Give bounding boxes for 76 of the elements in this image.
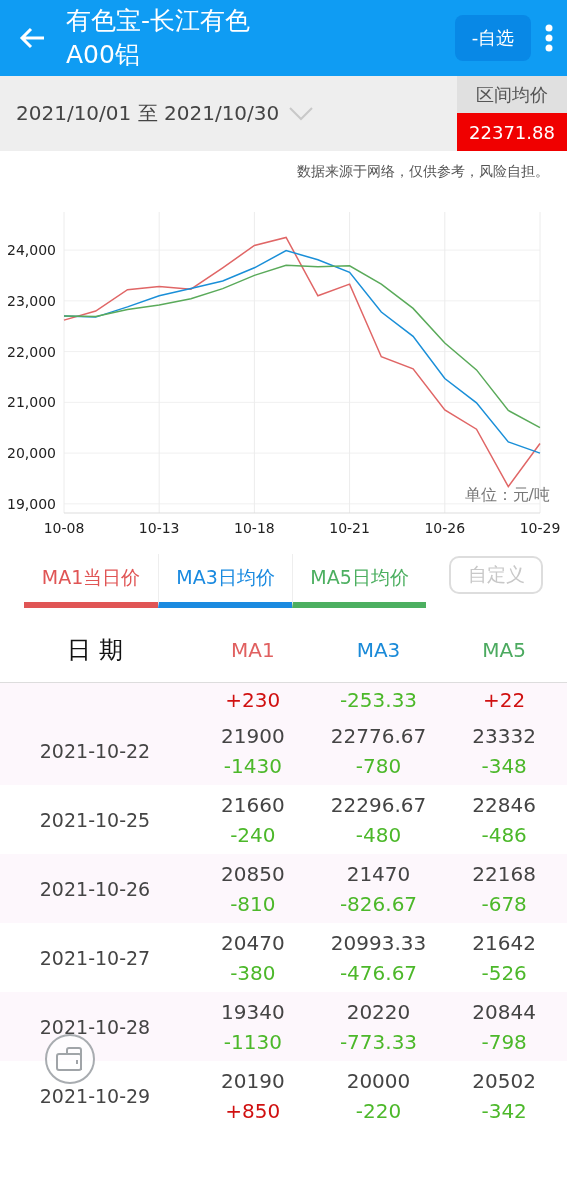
date-range-selector[interactable]: 2021/10/01 至 2021/10/30 — [16, 100, 280, 127]
change-cell-text: -476.67 — [339, 959, 418, 987]
price-cell-text: 20850 — [221, 860, 285, 888]
price-cell-text: 20000 — [346, 1067, 411, 1095]
price-cell-text: 20844 — [472, 998, 536, 1026]
price-cell-text: 23332 — [472, 722, 536, 750]
x-tick-label: 10-21 — [329, 520, 370, 536]
date-cell-text: 2021-10-22 — [38, 739, 152, 762]
price-cell-text: 20502 — [472, 1067, 536, 1095]
price-cell-text: 22296.67 — [330, 791, 427, 819]
date-cell-text: 2021-10-26 — [38, 877, 152, 900]
average-label: 区间均价 — [457, 76, 567, 113]
change-cell-text: -773.33 — [339, 1028, 418, 1056]
more-menu-icon[interactable] — [545, 24, 553, 52]
price-cell-text: 22168 — [472, 860, 536, 888]
price-cell-text: 20190 — [221, 1067, 285, 1095]
average-value: 22371.88 — [457, 113, 567, 151]
price-cell-text: 20993.33 — [330, 929, 427, 957]
date-cell-text: 2021-10-28 — [38, 1015, 152, 1038]
y-tick-label: 20,000 — [7, 445, 56, 462]
watchlist-button[interactable]: -自选 — [455, 15, 531, 61]
price-cell-text: 21900 — [221, 722, 285, 750]
x-tick-label: 10-18 — [234, 520, 275, 536]
column-header: MA5 — [481, 638, 527, 662]
series-tab[interactable]: MA5日均价 — [292, 554, 426, 608]
x-tick-label: 10-13 — [138, 520, 180, 536]
change-cell-text: -486 — [481, 821, 527, 849]
change-cell-text: -253.33 — [339, 686, 418, 714]
page-title: A00铝 — [66, 39, 141, 71]
change-cell-text: +850 — [225, 1097, 281, 1125]
price-cell-text: 19340 — [221, 998, 285, 1026]
price-cell-text: 22776.67 — [330, 722, 427, 750]
change-cell-text: -810 — [230, 890, 276, 918]
back-arrow-icon[interactable] — [18, 26, 46, 50]
price-cell-text: 22846 — [472, 791, 536, 819]
price-cell-text: 21660 — [221, 791, 285, 819]
change-cell-text: -780 — [355, 752, 402, 780]
column-header: MA1 — [230, 638, 276, 662]
y-tick-label: 19,000 — [7, 495, 56, 512]
unlock-button[interactable] — [45, 1034, 95, 1084]
date-cell-text: 2021-10-27 — [38, 946, 152, 969]
unit-label: 单位：元/吨 — [464, 485, 550, 504]
price-cell-text: 21642 — [472, 929, 536, 957]
change-cell-text: -220 — [355, 1097, 402, 1125]
change-cell-text: -1430 — [223, 752, 282, 780]
x-tick-label: 10-29 — [519, 520, 561, 536]
x-tick-label: 10-08 — [43, 520, 85, 536]
change-cell-text: -380 — [230, 959, 276, 987]
change-cell-text: -348 — [481, 752, 527, 780]
change-cell-text: -526 — [481, 959, 527, 987]
change-cell-text: -1130 — [223, 1028, 282, 1056]
price-cell-text: 20220 — [346, 998, 411, 1026]
change-cell-text: -240 — [230, 821, 276, 849]
change-cell-text: +22 — [483, 686, 526, 714]
y-tick-label: 23,000 — [7, 292, 56, 309]
page-title: 有色宝-长江有色 — [66, 5, 252, 37]
y-tick-label: 24,000 — [7, 242, 56, 259]
date-cell-text: 2021-10-29 — [38, 1084, 152, 1107]
price-cell-text: 21470 — [346, 860, 411, 888]
change-cell-text: -342 — [481, 1097, 527, 1125]
y-tick-label: 21,000 — [7, 394, 56, 411]
x-tick-label: 10-26 — [424, 520, 466, 536]
series-tab[interactable]: MA3日均价 — [158, 554, 292, 608]
price-cell-text: 20470 — [221, 929, 285, 957]
unlock-icon — [55, 1046, 85, 1072]
change-cell-text: -480 — [355, 821, 402, 849]
series-tab[interactable]: MA1当日价 — [24, 554, 158, 608]
change-cell-text: -678 — [481, 890, 527, 918]
change-cell-text: +230 — [225, 686, 281, 714]
change-cell-text: -798 — [481, 1028, 527, 1056]
y-tick-label: 22,000 — [7, 343, 56, 360]
disclaimer-text: 数据来源于网络，仅供参考，风险自担。 — [297, 163, 549, 179]
change-cell-text: -826.67 — [339, 890, 418, 918]
column-header: 日 期 — [66, 635, 124, 666]
column-header: MA3 — [355, 638, 402, 662]
date-cell-text: 2021-10-25 — [38, 808, 152, 831]
